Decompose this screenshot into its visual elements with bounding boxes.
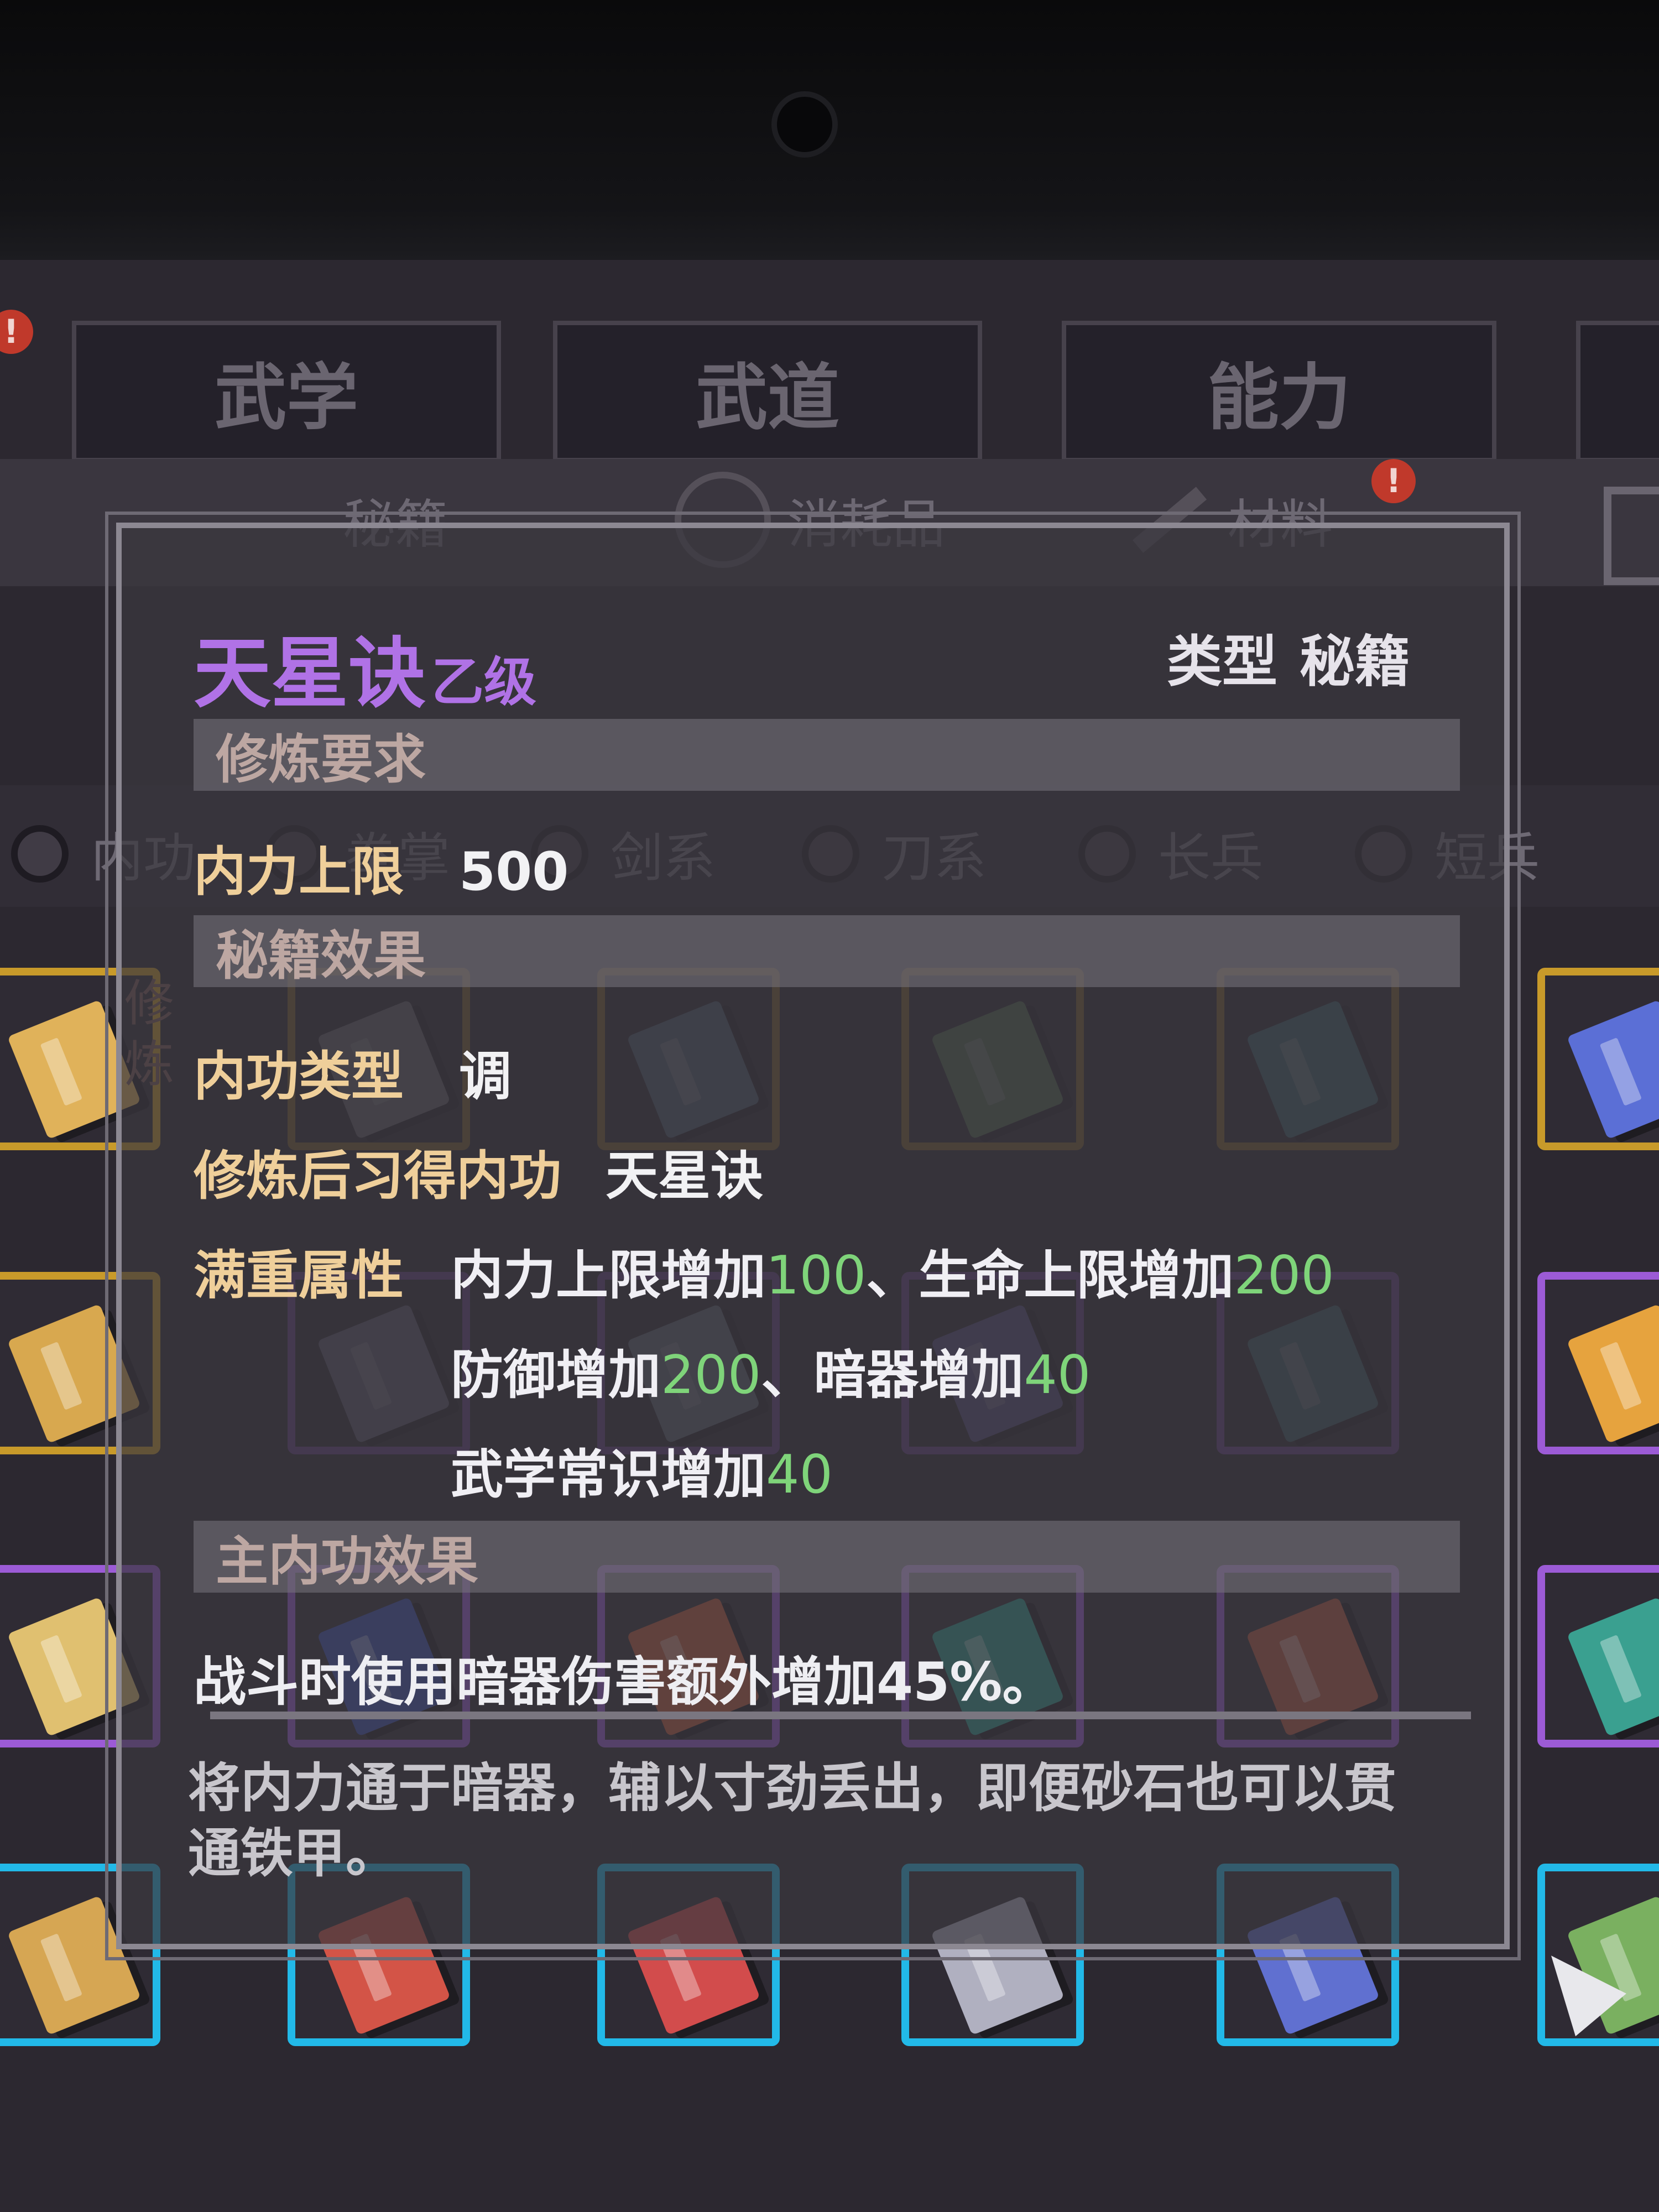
notification-dot-icon: ! bbox=[0, 310, 33, 354]
main-effect-text: 战斗时使用暗器伤害额外增加45%。 bbox=[194, 1652, 1055, 1713]
section-header-requirements: 修炼要求 bbox=[194, 719, 1460, 791]
tab-nengli[interactable]: 能力 bbox=[1062, 321, 1496, 462]
divider bbox=[210, 1712, 1471, 1719]
learned-skill-row: 修炼后习得内功 天星诀 bbox=[194, 1146, 764, 1207]
monitor-bezel bbox=[0, 0, 1659, 260]
full-attr-label: 满重属性 bbox=[194, 1245, 404, 1306]
attribute-line: 武学常识增加40 bbox=[451, 1444, 833, 1505]
requirement-row: 内力上限 500 bbox=[194, 842, 569, 902]
book-icon bbox=[1567, 1303, 1659, 1444]
materials-alert-icon: ! bbox=[1371, 459, 1416, 503]
book-icon bbox=[1567, 1597, 1659, 1737]
attribute-line: 内力上限增加100、生命上限增加200 bbox=[451, 1245, 1334, 1306]
scroll-icon bbox=[1604, 487, 1659, 585]
item-title: 天星诀 乙级 bbox=[194, 611, 536, 723]
section-header-effects: 秘籍效果 bbox=[194, 915, 1460, 987]
webcam bbox=[771, 91, 838, 158]
game-screen: 武学 武道 能力 ! 秘籍 消耗品 材料 ! 内功 拳掌 剑系 刀系 长兵 短兵… bbox=[0, 260, 1659, 2212]
tab-extra[interactable] bbox=[1576, 321, 1659, 462]
inventory-slot[interactable] bbox=[1537, 1272, 1659, 1454]
book-icon bbox=[1567, 999, 1659, 1140]
attribute-line: 防御增加200、暗器增加40 bbox=[451, 1345, 1091, 1406]
item-type: 类型 秘籍 bbox=[1167, 629, 1410, 694]
neigong-type-row: 内功类型调 bbox=[194, 1046, 512, 1107]
item-name: 天星诀 bbox=[194, 629, 426, 719]
tab-wuxue[interactable]: 武学 bbox=[72, 321, 501, 462]
item-description: 将内力通于暗器，辅以寸劲丢出，即便砂石也可以贯通铁甲。 bbox=[188, 1758, 1397, 1884]
inventory-slot[interactable] bbox=[1537, 1565, 1659, 1747]
inventory-slot[interactable] bbox=[1537, 968, 1659, 1150]
section-header-main-effect: 主内功效果 bbox=[194, 1521, 1460, 1593]
radio-icon bbox=[11, 825, 69, 883]
tab-wudao[interactable]: 武道 bbox=[553, 321, 982, 462]
item-grade: 乙级 bbox=[431, 652, 537, 713]
item-tooltip: 天星诀 乙级 类型 秘籍 修炼要求 内力上限 500 秘籍效果 内功类型调 修炼后习得… bbox=[105, 512, 1521, 1960]
